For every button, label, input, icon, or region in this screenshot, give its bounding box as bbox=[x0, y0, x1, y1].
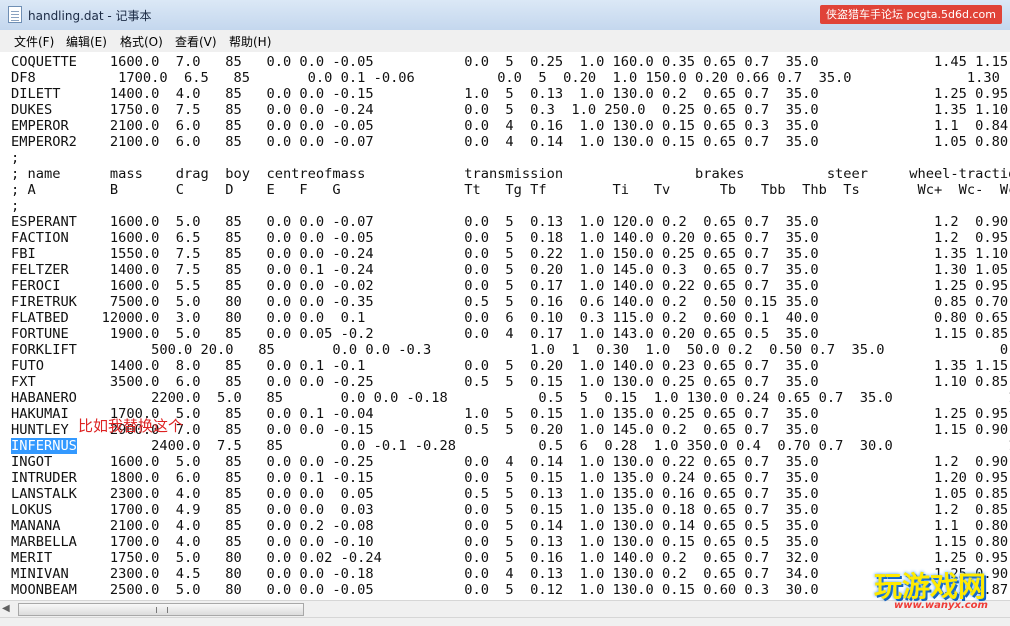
selected-word[interactable]: INFERNUS bbox=[11, 438, 77, 454]
menu-help[interactable]: 帮助(H) bbox=[229, 33, 271, 50]
text-line: MANANA 2100.0 4.0 85 0.0 0.2 -0.08 0.0 5… bbox=[11, 518, 1010, 534]
horizontal-scrollbar[interactable]: ◀ bbox=[0, 600, 1010, 618]
menu-bar: 文件(F) 编辑(E) 格式(O) 查看(V) 帮助(H) bbox=[0, 30, 1010, 53]
text-line: DILETT 1400.0 4.0 85 0.0 0.0 -0.15 1.0 5… bbox=[11, 86, 1010, 102]
logo-url-text: www.wanyx.com bbox=[894, 600, 988, 611]
text-line: INFERNUS 2400.0 7.5 85 0.0 -0.1 -0.28 0.… bbox=[11, 438, 1010, 454]
notepad-window: handling.dat - 记事本 侠盗猎车手论坛 pcgta.5d6d.co… bbox=[0, 0, 1010, 626]
text-line: ; bbox=[11, 198, 20, 214]
text-line: MINIVAN 2300.0 4.5 80 0.0 0.0 -0.18 0.0 … bbox=[11, 566, 1010, 582]
text-line: FACTION 1600.0 6.5 85 0.0 0.0 -0.05 0.0 … bbox=[11, 230, 1010, 246]
line-rest: 2400.0 7.5 85 0.0 -0.1 -0.28 0.5 6 0.28 … bbox=[76, 438, 1010, 454]
scroll-thumb[interactable] bbox=[18, 603, 304, 616]
text-line: LANSTALK 2300.0 4.0 85 0.0 0.0 0.05 0.5 … bbox=[11, 486, 1010, 502]
menu-edit[interactable]: 编辑(E) bbox=[66, 33, 107, 50]
text-line: MERIT 1750.0 5.0 80 0.0 0.02 -0.24 0.0 5… bbox=[11, 550, 1010, 566]
text-line: FXT 3500.0 6.0 85 0.0 0.0 -0.25 0.5 5 0.… bbox=[11, 374, 1010, 390]
menu-view[interactable]: 查看(V) bbox=[175, 33, 217, 50]
notepad-app-icon bbox=[8, 6, 22, 23]
text-line: DUKES 1750.0 7.5 85 0.0 0.0 -0.24 0.0 5 … bbox=[11, 102, 1010, 118]
logo-main-text: 玩游戏网 bbox=[874, 570, 987, 603]
text-line: EMPEROR 2100.0 6.0 85 0.0 0.0 -0.05 0.0 … bbox=[11, 118, 1010, 134]
text-line: FELTZER 1400.0 7.5 85 0.0 0.1 -0.24 0.0 … bbox=[11, 262, 1010, 278]
text-line: COQUETTE 1600.0 7.0 85 0.0 0.0 -0.05 0.0… bbox=[11, 54, 1010, 70]
text-line: INTRUDER 1800.0 6.0 85 0.0 0.1 -0.15 0.0… bbox=[11, 470, 1010, 486]
text-line: MOONBEAM 2500.0 5.0 80 0.0 0.0 -0.05 0.0… bbox=[11, 582, 1010, 598]
scroll-left-icon[interactable]: ◀ bbox=[2, 604, 14, 614]
text-line: INGOT 1600.0 5.0 85 0.0 0.0 -0.25 0.0 4 … bbox=[11, 454, 1010, 470]
text-line: HABANERO 2200.0 5.0 85 0.0 0.0 -0.18 0.5… bbox=[11, 390, 1010, 406]
menu-format[interactable]: 格式(O) bbox=[120, 33, 163, 50]
text-line: FORKLIFT 500.0 20.0 85 0.0 0.0 -0.3 1.0 … bbox=[11, 342, 1010, 358]
text-line: ; bbox=[11, 150, 20, 166]
text-line: ; A B C D E F G Tt Tg Tf Ti Tv Tb Tbb Th… bbox=[11, 182, 1010, 198]
text-line: MARBELLA 1700.0 4.0 85 0.0 0.0 -0.10 0.0… bbox=[11, 534, 1010, 550]
text-line: EMPEROR2 2100.0 6.0 85 0.0 0.0 -0.07 0.0… bbox=[11, 134, 1010, 150]
text-line: LOKUS 1700.0 4.9 85 0.0 0.0 0.03 0.0 5 0… bbox=[11, 502, 1010, 518]
text-line: FLATBED 12000.0 3.0 80 0.0 0.0 0.1 0.0 6… bbox=[11, 310, 1010, 326]
text-line: DF8 1700.0 6.5 85 0.0 0.1 -0.06 0.0 5 0.… bbox=[11, 70, 1000, 86]
text-line: FBI 1550.0 7.5 85 0.0 0.0 -0.24 0.0 5 0.… bbox=[11, 246, 1010, 262]
text-area[interactable]: COQUETTE 1600.0 7.0 85 0.0 0.0 -0.05 0.0… bbox=[0, 52, 1010, 600]
window-title: handling.dat - 记事本 bbox=[28, 9, 152, 23]
text-line: FUTO 1400.0 8.0 85 0.0 0.1 -0.1 0.0 5 0.… bbox=[11, 358, 1010, 374]
red-annotation: 比如我替换这个 bbox=[78, 417, 184, 435]
site-logo: 玩游戏网 www.wanyx.com bbox=[874, 565, 1004, 617]
text-line: ESPERANT 1600.0 5.0 85 0.0 0.0 -0.07 0.0… bbox=[11, 214, 1010, 230]
text-lines: COQUETTE 1600.0 7.0 85 0.0 0.0 -0.05 0.0… bbox=[11, 54, 1010, 598]
forum-watermark: 侠盗猎车手论坛 pcgta.5d6d.com bbox=[819, 5, 1002, 24]
text-line: FORTUNE 1900.0 5.0 85 0.0 0.05 -0.2 0.0 … bbox=[11, 326, 1010, 342]
text-line: FEROCI 1600.0 5.5 85 0.0 0.0 -0.02 0.0 5… bbox=[11, 278, 1010, 294]
menu-file[interactable]: 文件(F) bbox=[14, 33, 54, 50]
scroll-grip-icon bbox=[156, 607, 168, 613]
text-line: ; name mass drag boy centreofmass transm… bbox=[11, 166, 1010, 182]
title-bar: handling.dat - 记事本 侠盗猎车手论坛 pcgta.5d6d.co… bbox=[0, 0, 1010, 31]
text-line: FIRETRUK 7500.0 5.0 80 0.0 0.0 -0.35 0.5… bbox=[11, 294, 1010, 310]
